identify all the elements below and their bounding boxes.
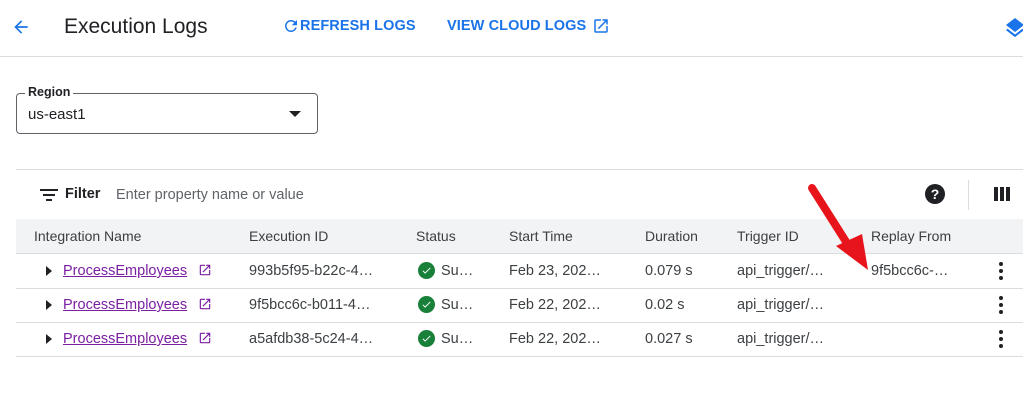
status-cell: Su…: [441, 263, 474, 279]
expand-arrow-icon[interactable]: [46, 266, 52, 276]
region-select[interactable]: Region us-east1: [16, 85, 318, 134]
table-row[interactable]: ProcessEmployees a5afdb38-5c24-4… Su… Fe…: [16, 322, 1023, 357]
replay-from-cell: 9f5bcc6c-…: [871, 263, 949, 279]
toolbar-divider: [968, 180, 969, 210]
open-in-new-icon[interactable]: [198, 263, 212, 282]
column-header-start-time[interactable]: Start Time: [509, 228, 573, 244]
column-header-execution-id[interactable]: Execution ID: [249, 228, 328, 244]
filter-icon: [40, 188, 58, 207]
refresh-logs-label: REFRESH LOGS: [300, 18, 416, 34]
execution-id-cell: a5afdb38-5c24-4…: [249, 331, 374, 347]
layers-icon[interactable]: [1003, 16, 1023, 40]
duration-cell: 0.079 s: [645, 263, 693, 279]
open-in-new-icon: [592, 17, 610, 35]
column-header-status[interactable]: Status: [416, 228, 456, 244]
region-label: Region: [25, 85, 74, 99]
check-circle-icon: [418, 296, 435, 313]
start-time-cell: Feb 23, 202…: [509, 263, 601, 279]
column-header-trigger-id[interactable]: Trigger ID: [737, 228, 799, 244]
open-in-new-icon[interactable]: [198, 297, 212, 316]
status-cell: Su…: [441, 297, 474, 313]
refresh-logs-button[interactable]: REFRESH LOGS: [282, 17, 416, 35]
view-cloud-logs-button[interactable]: VIEW CLOUD LOGS: [447, 17, 610, 35]
integration-name-link[interactable]: ProcessEmployees: [63, 263, 187, 279]
integration-name-link[interactable]: ProcessEmployees: [63, 297, 187, 313]
execution-id-cell: 9f5bcc6c-b011-4…: [249, 297, 371, 313]
filter-label: Filter: [65, 186, 101, 202]
check-circle-icon: [418, 330, 435, 347]
start-time-cell: Feb 22, 202…: [509, 331, 601, 347]
column-header-integration-name[interactable]: Integration Name: [34, 228, 141, 244]
table-row[interactable]: ProcessEmployees 9f5bcc6c-b011-4… Su… Fe…: [16, 288, 1023, 323]
column-header-duration[interactable]: Duration: [645, 228, 698, 244]
annotation-arrow-icon: [808, 184, 868, 270]
trigger-id-cell: api_trigger/…: [737, 297, 825, 313]
more-vert-icon[interactable]: [998, 262, 1004, 282]
integration-name-link[interactable]: ProcessEmployees: [63, 331, 187, 347]
region-value: us-east1: [28, 106, 86, 123]
dropdown-caret-icon: [289, 111, 301, 117]
more-vert-icon[interactable]: [998, 296, 1004, 316]
back-arrow-icon[interactable]: [8, 14, 34, 40]
start-time-cell: Feb 22, 202…: [509, 297, 601, 313]
help-icon[interactable]: ?: [925, 184, 945, 204]
status-cell: Su…: [441, 331, 474, 347]
execution-id-cell: 993b5f95-b22c-4…: [249, 263, 374, 279]
open-in-new-icon[interactable]: [198, 331, 212, 350]
expand-arrow-icon[interactable]: [46, 334, 52, 344]
refresh-icon: [282, 17, 300, 35]
duration-cell: 0.027 s: [645, 331, 693, 347]
columns-icon[interactable]: [994, 187, 1010, 206]
top-bar: Execution Logs REFRESH LOGS VIEW CLOUD L…: [0, 0, 1023, 57]
trigger-id-cell: api_trigger/…: [737, 331, 825, 347]
column-header-replay-from[interactable]: Replay From: [871, 228, 951, 244]
page-title: Execution Logs: [64, 15, 208, 38]
more-vert-icon[interactable]: [998, 330, 1004, 350]
expand-arrow-icon[interactable]: [46, 300, 52, 310]
check-circle-icon: [418, 262, 435, 279]
duration-cell: 0.02 s: [645, 297, 685, 313]
filter-input[interactable]: [114, 183, 418, 207]
view-cloud-logs-label: VIEW CLOUD LOGS: [447, 18, 587, 34]
